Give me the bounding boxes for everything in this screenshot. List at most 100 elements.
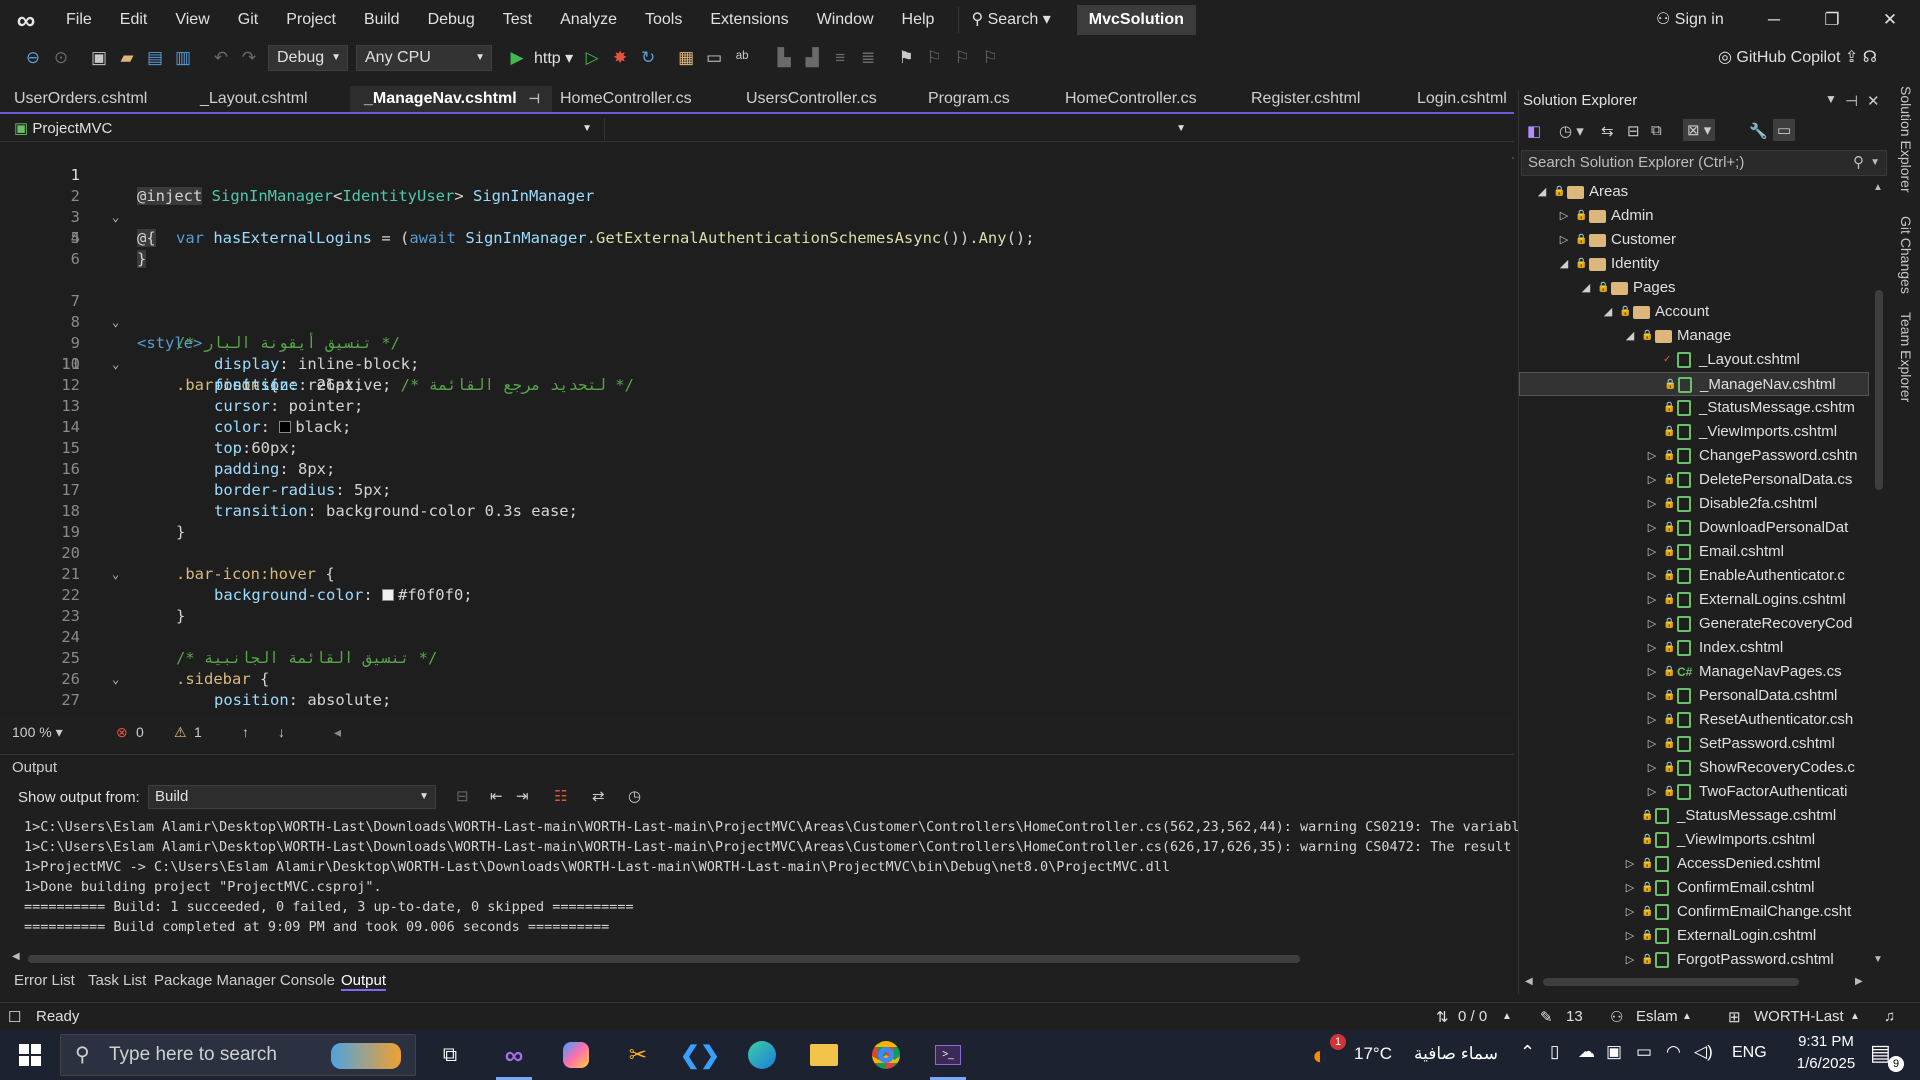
save-icon[interactable]: ▤ [142,45,168,71]
tree-file-item[interactable]: 🔒 _ManageNav.cshtml [1519,372,1869,396]
undo-icon[interactable]: ↶ [208,45,234,71]
comment-icon[interactable]: ▙ [771,45,797,71]
expand-arrow-icon[interactable]: ▷ [1645,492,1659,516]
tree-folder-item[interactable]: ◢ 🔒 Identity [1519,252,1869,276]
tab-layout[interactable]: _Layout.cshtml [186,86,350,112]
tree-folder-item[interactable]: ◢ 🔒 Account [1519,300,1869,324]
tree-file-item[interactable]: ▷ 🔒 SetPassword.cshtml [1519,732,1869,756]
tree-file-item[interactable]: ▷ 🔒 C# ManageNavPages.cs [1519,660,1869,684]
menu-file[interactable]: File [52,0,106,40]
edge-browser-icon[interactable] [736,1030,788,1080]
scroll-left-icon[interactable]: ◀ [12,951,20,962]
collapse-arrow-icon[interactable]: ◢ [1579,276,1593,300]
collapse-arrow-icon[interactable]: ◢ [1557,252,1571,276]
output-horizontal-scrollbar[interactable] [28,955,1300,963]
expand-arrow-icon[interactable]: ▷ [1645,588,1659,612]
weather-icon[interactable]: ◐ [1312,1040,1328,1071]
project-dropdown[interactable]: ▣ ProjectMVC ▼ [14,118,598,140]
tree-file-item[interactable]: ▷ 🔒 PersonalData.cshtml [1519,684,1869,708]
expand-arrow-icon[interactable]: ▷ [1645,468,1659,492]
tree-file-item[interactable]: ▷ 🔒 ForgotPassword.cshtml [1519,948,1869,972]
vscode-taskbar-icon[interactable]: ❮❯ [674,1030,726,1080]
uncomment-icon[interactable]: ▟ [799,45,825,71]
battery-icon[interactable]: ▭ [1636,1042,1652,1062]
monitor-icon[interactable]: ▣ [1606,1042,1622,1062]
pin-icon[interactable]: ⊣ [529,91,540,106]
tab-userorders[interactable]: UserOrders.cshtml [0,86,186,112]
clear-bookmarks-icon[interactable]: ⚐ [977,45,1003,71]
menu-debug[interactable]: Debug [414,0,489,40]
tree-file-item[interactable]: ▷ 🔒 ShowRecoveryCodes.c [1519,756,1869,780]
tree-file-item[interactable]: 🔒 _ViewImports.cshtml [1519,828,1869,852]
clear-all-icon[interactable]: ☷ [554,787,567,805]
save-all-icon[interactable]: ▥ [170,45,196,71]
previous-issue-icon[interactable]: ↑ [242,724,249,740]
auto-hide-pin-icon[interactable]: ⊣ [1845,92,1858,110]
tree-file-item[interactable]: ▷ 🔒 TwoFactorAuthenticati [1519,780,1869,804]
minimize-icon[interactable]: ─ [1746,0,1802,40]
menu-project[interactable]: Project [272,0,350,40]
notifications-bell-icon[interactable]: ♫ [1884,1008,1895,1025]
start-without-debugging-icon[interactable]: ▷ [579,45,605,71]
menu-edit[interactable]: Edit [106,0,162,40]
expand-arrow-icon[interactable]: ▷ [1645,612,1659,636]
expand-arrow-icon[interactable]: ▷ [1623,852,1637,876]
expand-arrow-icon[interactable]: ▷ [1645,780,1659,804]
file-explorer-icon[interactable] [798,1030,850,1080]
tree-file-item[interactable]: ▷ 🔒 AccessDenied.cshtml [1519,852,1869,876]
browse-folder-icon[interactable]: ▦ [673,45,699,71]
scroll-left-icon[interactable]: ◂ [334,724,341,741]
tab-program[interactable]: Program.cs [914,86,1058,112]
side-tab-solution-explorer[interactable]: Solution Explorer [1892,86,1914,198]
tree-file-item[interactable]: ▷ 🔒 ExternalLogins.cshtml [1519,588,1869,612]
github-copilot-button[interactable]: ◎ GitHub Copilot ⇪ ☊ [1718,40,1877,76]
open-file-icon[interactable]: ▰ [114,45,140,71]
tab-error-list[interactable]: Error List [14,972,75,989]
filter-icon[interactable]: ⊠ ▾ [1683,119,1716,141]
tree-folder-item[interactable]: ◢ 🔒 Pages [1519,276,1869,300]
copilot-taskbar-icon[interactable] [550,1030,602,1080]
tree-file-item[interactable]: ▷ 🔒 GenerateRecoveryCod [1519,612,1869,636]
previous-message-icon[interactable]: ⇤ [490,787,503,805]
zoom-dropdown[interactable]: 100 % ▾ [12,724,63,741]
visual-studio-taskbar-icon[interactable]: ∞ [488,1030,540,1080]
chrome-browser-icon[interactable] [860,1030,912,1080]
collapse-arrow-icon[interactable]: ◢ [1535,180,1549,204]
preview-selected-icon[interactable]: ▭ [1773,119,1796,141]
menu-build[interactable]: Build [350,0,414,40]
expand-arrow-icon[interactable]: ▷ [1645,636,1659,660]
tree-file-item[interactable]: ▷ 🔒 ExternalLogin.cshtml [1519,924,1869,948]
tree-file-item[interactable]: ▷ 🔒 ChangePassword.cshtn [1519,444,1869,468]
expand-arrow-icon[interactable]: ▷ [1645,684,1659,708]
bookmark-icon[interactable]: ⚑ [893,45,919,71]
menu-extensions[interactable]: Extensions [696,0,802,40]
repository-name[interactable]: WORTH-Last [1754,1008,1844,1025]
snipping-tool-icon[interactable]: ✂ [612,1030,664,1080]
expand-arrow-icon[interactable]: ▷ [1645,756,1659,780]
side-tab-team-explorer[interactable]: Team Explorer [1892,312,1914,412]
collapse-arrow-icon[interactable]: ◢ [1601,300,1615,324]
tab-register[interactable]: Register.cshtml [1237,86,1403,112]
weather-description[interactable]: سماء صافية [1414,1044,1498,1064]
restore-icon[interactable]: ❐ [1804,0,1860,40]
spellcheck-icon[interactable]: ᵃᵇ [729,45,755,71]
indent-icon[interactable]: ≡ [827,45,853,71]
navigate-forward-icon[interactable]: ⊙ [48,45,74,71]
tree-file-item[interactable]: 🔒 _StatusMessage.cshtml [1519,804,1869,828]
collapse-all-icon[interactable]: ⊟ [1627,122,1640,140]
cloud-icon[interactable]: ☁ [1578,1042,1595,1062]
tree-horizontal-scrollbar[interactable] [1543,978,1799,986]
menu-view[interactable]: View [161,0,223,40]
new-project-icon[interactable]: ▣ [86,45,112,71]
collapse-arrow-icon[interactable]: ◢ [1623,324,1637,348]
timestamp-icon[interactable]: ◷ [628,787,641,805]
tree-file-item[interactable]: 🔒 _ViewImports.cshtml [1519,420,1869,444]
input-language[interactable]: ENG [1732,1044,1767,1062]
expand-arrow-icon[interactable]: ▷ [1645,708,1659,732]
hot-reload-icon[interactable]: ✸ [607,45,633,71]
scroll-left-icon[interactable]: ◀ [1525,976,1533,987]
volume-icon[interactable]: ◁) [1694,1042,1713,1062]
tree-folder-item[interactable]: ◢ 🔒 Areas [1519,180,1869,204]
menu-tools[interactable]: Tools [631,0,696,40]
tab-package-manager-console[interactable]: Package Manager Console [154,972,335,989]
